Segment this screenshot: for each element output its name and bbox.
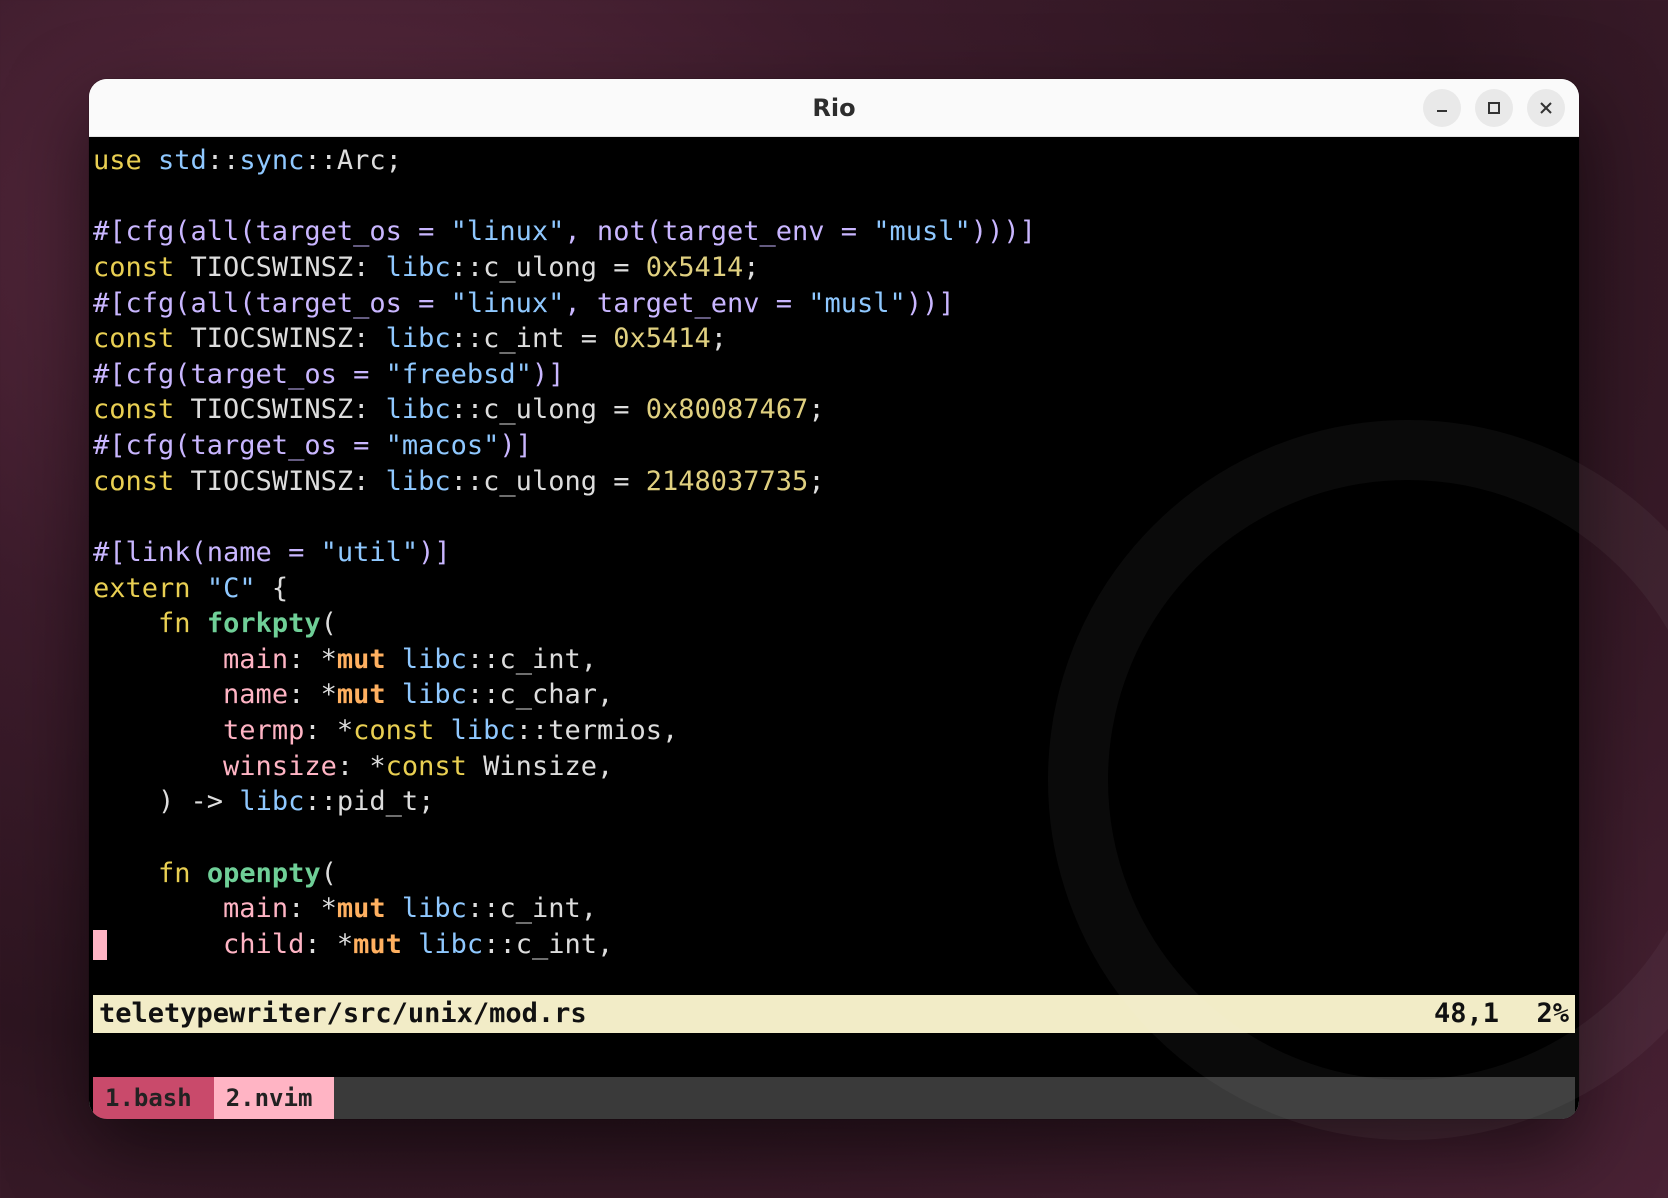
path-std: std xyxy=(158,145,207,176)
status-pct: 2% xyxy=(1499,996,1569,1032)
status-file: teletypewriter/src/unix/mod.rs xyxy=(99,996,1279,1032)
close-button[interactable] xyxy=(1527,89,1565,127)
vim-statusbar: teletypewriter/src/unix/mod.rs 48,1 2% xyxy=(93,995,1575,1033)
tab-bar: 1.bash 2.nvim xyxy=(93,1077,1575,1119)
terminal-window: Rio use std::sync::Arc; #[cfg(all(target… xyxy=(89,79,1579,1119)
close-icon xyxy=(1538,100,1554,116)
status-pos: 48,1 xyxy=(1279,996,1499,1032)
minimize-icon xyxy=(1434,100,1450,116)
terminal-viewport[interactable]: use std::sync::Arc; #[cfg(all(target_os … xyxy=(89,137,1579,1119)
path-sync: sync xyxy=(239,145,304,176)
maximize-icon xyxy=(1486,100,1502,116)
const-name: TIOCSWINSZ xyxy=(191,252,354,283)
maximize-button[interactable] xyxy=(1475,89,1513,127)
link-attr: #[link(name = xyxy=(93,537,321,568)
terminal-gap xyxy=(93,1033,1575,1077)
tab-bash[interactable]: 1.bash xyxy=(93,1077,214,1119)
window-controls xyxy=(1423,89,1565,127)
fn-forkpty: forkpty xyxy=(207,608,321,639)
minimize-button[interactable] xyxy=(1423,89,1461,127)
cfg-attr: #[cfg(all(target_os = xyxy=(93,216,451,247)
fn-openpty: openpty xyxy=(207,858,321,889)
kw-use: use xyxy=(93,145,142,176)
tab-nvim[interactable]: 2.nvim xyxy=(214,1077,335,1119)
code-area[interactable]: use std::sync::Arc; #[cfg(all(target_os … xyxy=(93,143,1575,995)
titlebar[interactable]: Rio xyxy=(89,79,1579,137)
window-title: Rio xyxy=(812,94,855,122)
